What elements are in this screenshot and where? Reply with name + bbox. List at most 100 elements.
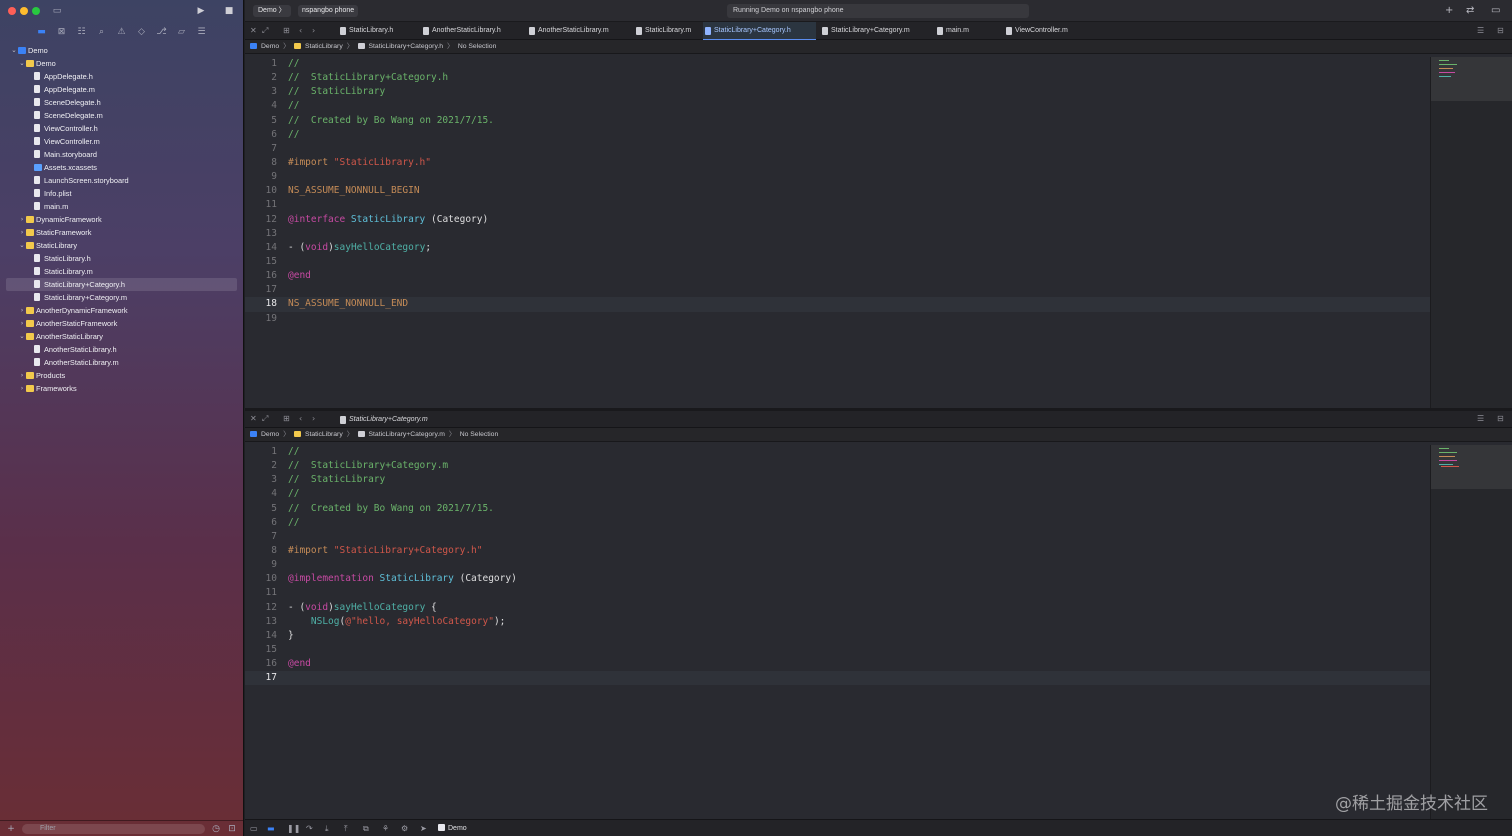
scheme-selector[interactable]: Demo 〉 bbox=[253, 5, 291, 17]
file-item[interactable]: StaticLibrary+Category.h bbox=[6, 278, 237, 291]
code-line[interactable]: 12 @interface StaticLibrary (Category) bbox=[245, 213, 1430, 227]
step-over-icon[interactable]: ↷ bbox=[306, 823, 313, 834]
editor-tab[interactable]: StaticLibrary+Category.m bbox=[820, 22, 932, 40]
file-item[interactable]: ViewController.m bbox=[0, 135, 243, 148]
code-line[interactable]: 14 - (void)sayHelloCategory; bbox=[245, 241, 1430, 255]
chevron-right-icon[interactable]: › bbox=[18, 304, 26, 317]
file-item[interactable]: ViewController.h bbox=[0, 122, 243, 135]
close-pane-icon[interactable]: ✕ bbox=[250, 25, 257, 37]
folder-item[interactable]: › AnotherStaticFramework bbox=[0, 317, 243, 330]
code-line[interactable]: 19 bbox=[245, 312, 1430, 326]
view-debugger-icon[interactable]: ⧉ bbox=[363, 823, 369, 834]
recent-files-icon[interactable]: ◷ bbox=[211, 824, 221, 834]
adjust-editor-icon[interactable]: ☰ bbox=[1477, 413, 1484, 425]
code-line[interactable]: 4 // bbox=[245, 487, 1430, 501]
editor-tab[interactable]: AnotherStaticLibrary.m bbox=[527, 22, 632, 40]
breadcrumb-item[interactable]: Demo bbox=[250, 428, 279, 442]
related-items-icon[interactable]: ⊞ bbox=[283, 25, 290, 37]
code-review-icon[interactable]: ⇄ bbox=[1466, 5, 1474, 17]
report-icon[interactable]: ☰ bbox=[197, 27, 207, 37]
add-editor-icon[interactable]: ⊟ bbox=[1497, 413, 1504, 425]
file-item[interactable]: Info.plist bbox=[0, 187, 243, 200]
file-item[interactable]: Main.storyboard bbox=[0, 148, 243, 161]
related-items-icon[interactable]: ⊞ bbox=[283, 413, 290, 425]
file-item[interactable]: main.m bbox=[0, 200, 243, 213]
folder-icon[interactable]: ▬ bbox=[37, 27, 47, 37]
breadcrumb-item[interactable]: StaticLibrary+Category.h bbox=[357, 40, 443, 54]
minimap[interactable] bbox=[1430, 445, 1512, 819]
step-into-icon[interactable]: ⤓ bbox=[325, 823, 329, 834]
chevron-right-icon[interactable]: › bbox=[18, 369, 26, 382]
memory-graph-icon[interactable]: ⚘ bbox=[382, 823, 389, 834]
folder-item[interactable]: ⌄ StaticLibrary bbox=[0, 239, 243, 252]
file-item[interactable]: StaticLibrary.m bbox=[0, 265, 243, 278]
breadcrumb-item[interactable]: Demo bbox=[250, 40, 279, 54]
code-line[interactable]: 3 // StaticLibrary bbox=[245, 473, 1430, 487]
close-window-button[interactable] bbox=[8, 7, 16, 15]
code-line[interactable]: 2 // StaticLibrary+Category.m bbox=[245, 459, 1430, 473]
chevron-right-icon[interactable]: › bbox=[18, 382, 26, 395]
code-line[interactable]: 10 @implementation StaticLibrary (Categor… bbox=[245, 572, 1430, 586]
code-line[interactable]: 18 NS_ASSUME_NONNULL_END bbox=[245, 297, 1430, 312]
search-icon[interactable]: ⌕ bbox=[97, 27, 107, 37]
folder-item[interactable]: › Frameworks bbox=[0, 382, 243, 395]
code-line[interactable]: 13 NSLog(@"hello, sayHelloCategory"); bbox=[245, 615, 1430, 629]
folder-item[interactable]: ⌄ AnotherStaticLibrary bbox=[0, 330, 243, 343]
location-icon[interactable]: ➤ bbox=[420, 823, 427, 834]
folder-item[interactable]: › Products bbox=[0, 369, 243, 382]
code-editor-header[interactable]: 1 // 2 // StaticLibrary+Category.h 3 // Stati… bbox=[245, 57, 1430, 408]
chevron-down-icon[interactable]: ⌄ bbox=[18, 57, 26, 70]
debug-icon[interactable]: ⎇ bbox=[156, 27, 166, 37]
add-editor-icon[interactable]: ⊟ bbox=[1497, 25, 1504, 37]
sidebar-toggle-icon[interactable]: ▭ bbox=[52, 6, 62, 16]
chevron-down-icon[interactable]: ⌄ bbox=[18, 330, 26, 343]
close-pane-icon[interactable]: ✕ bbox=[250, 413, 257, 425]
file-item[interactable]: AnotherStaticLibrary.m bbox=[0, 356, 243, 369]
file-item[interactable]: AppDelegate.h bbox=[0, 70, 243, 83]
folder-item[interactable]: ⌄ Demo bbox=[0, 57, 243, 70]
file-item[interactable]: AppDelegate.m bbox=[0, 83, 243, 96]
editor-tab[interactable]: main.m bbox=[935, 22, 1001, 40]
code-line[interactable]: 6 // bbox=[245, 128, 1430, 142]
file-item[interactable]: SceneDelegate.h bbox=[0, 96, 243, 109]
run-button[interactable]: ▶ bbox=[196, 6, 206, 16]
file-item[interactable]: LaunchScreen.storyboard bbox=[0, 174, 243, 187]
back-icon[interactable]: ‹ bbox=[299, 413, 302, 425]
breakpoint-icon[interactable]: ▱ bbox=[177, 27, 187, 37]
code-line[interactable]: 7 bbox=[245, 142, 1430, 156]
folder-item[interactable]: › AnotherDynamicFramework bbox=[0, 304, 243, 317]
minimap[interactable] bbox=[1430, 57, 1512, 408]
device-selector[interactable]: nspangbo phone bbox=[298, 5, 359, 17]
code-line[interactable]: 1 // bbox=[245, 57, 1430, 71]
process-selector[interactable]: Demo bbox=[438, 823, 467, 834]
code-editor-implementation[interactable]: 1 // 2 // StaticLibrary+Category.m 3 // Stati… bbox=[245, 445, 1430, 819]
source-control-icon[interactable]: ⊠ bbox=[57, 27, 67, 37]
folder-item[interactable]: ⌄ Demo bbox=[0, 44, 243, 57]
adjust-editor-icon[interactable]: ☰ bbox=[1477, 25, 1484, 37]
code-line[interactable]: 6 // bbox=[245, 516, 1430, 530]
inspector-toggle-icon[interactable]: ▭ bbox=[1491, 5, 1500, 17]
code-line[interactable]: 2 // StaticLibrary+Category.h bbox=[245, 71, 1430, 85]
step-out-icon[interactable]: ⤒ bbox=[344, 823, 348, 834]
code-line[interactable]: 16 @end bbox=[245, 657, 1430, 671]
code-line[interactable]: 4 // bbox=[245, 99, 1430, 113]
scm-filter-icon[interactable]: ⊡ bbox=[227, 824, 237, 834]
breadcrumb-item[interactable]: No Selection bbox=[460, 428, 499, 442]
folder-item[interactable]: › DynamicFramework bbox=[0, 213, 243, 226]
chevron-right-icon[interactable]: › bbox=[18, 226, 26, 239]
test-icon[interactable]: ◇ bbox=[137, 27, 147, 37]
folder-item[interactable]: › StaticFramework bbox=[0, 226, 243, 239]
filter-input[interactable]: Filter bbox=[22, 823, 205, 834]
chevron-right-icon[interactable]: › bbox=[18, 213, 26, 226]
code-line[interactable]: 8 #import "StaticLibrary.h" bbox=[245, 156, 1430, 170]
asset-item[interactable]: Assets.xcassets bbox=[0, 161, 243, 174]
minimize-window-button[interactable] bbox=[20, 7, 28, 15]
hide-debug-area-icon[interactable]: ▭ bbox=[250, 823, 258, 834]
code-line[interactable]: 8 #import "StaticLibrary+Category.h" bbox=[245, 544, 1430, 558]
code-line[interactable]: 11 bbox=[245, 198, 1430, 212]
tab-secondary[interactable]: StaticLibrary+Category.m bbox=[338, 411, 428, 428]
editor-tab[interactable]: AnotherStaticLibrary.h bbox=[421, 22, 525, 40]
forward-icon[interactable]: › bbox=[312, 413, 315, 425]
code-line[interactable]: 15 bbox=[245, 255, 1430, 269]
code-line[interactable]: 12 - (void)sayHelloCategory { bbox=[245, 601, 1430, 615]
